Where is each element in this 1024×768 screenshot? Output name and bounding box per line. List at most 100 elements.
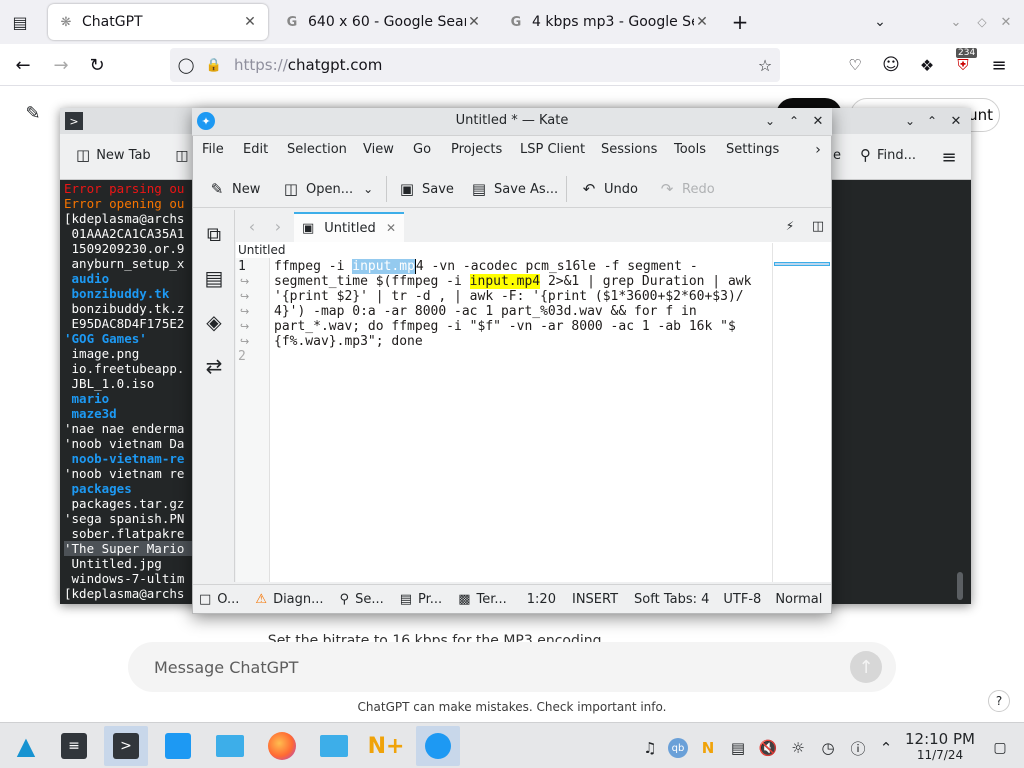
list-tabs-chevron-icon[interactable]: ⌄: [868, 10, 892, 34]
konsole-new-tab-button[interactable]: ◫ New Tab: [76, 146, 151, 164]
bookmark-star-icon[interactable]: ☆: [750, 56, 780, 75]
output-panel-button[interactable]: □ O...: [193, 592, 239, 607]
terminal-line: packages: [64, 481, 132, 496]
app-launcher-arch-icon[interactable]: ▲: [4, 726, 48, 766]
kate-minimize-icon[interactable]: ⌄: [760, 111, 780, 131]
folder-icon[interactable]: [312, 726, 356, 766]
diagnostics-panel-button[interactable]: ⚠ Diagn...: [249, 592, 323, 607]
tab-left-arrow-icon[interactable]: ‹: [244, 216, 260, 236]
search-panel-button[interactable]: ⚲ Se...: [334, 592, 384, 607]
send-arrow-icon[interactable]: ↑: [850, 651, 882, 683]
kate-close-icon[interactable]: ✕: [808, 111, 828, 131]
documents-panel-icon[interactable]: ⧉: [200, 220, 228, 248]
menu-go[interactable]: Go: [413, 136, 431, 164]
split-view-icon[interactable]: ◫: [810, 218, 826, 234]
symbols-panel-icon[interactable]: ⇄: [200, 352, 228, 380]
close-tab-icon[interactable]: ✕: [694, 14, 710, 30]
menu-tools[interactable]: Tools: [674, 136, 706, 164]
kate-maximize-icon[interactable]: ⌃: [784, 111, 804, 131]
browser-tab-google-mp3[interactable]: G 4 kbps mp3 - Google Search ✕: [498, 4, 720, 40]
close-tab-icon[interactable]: ✕: [242, 14, 258, 30]
menu-edit[interactable]: Edit: [243, 136, 268, 164]
network-icon[interactable]: ◷: [818, 738, 838, 758]
close-tab-icon[interactable]: ✕: [386, 221, 396, 235]
syntax-mode[interactable]: Normal: [775, 592, 822, 607]
menu-selection[interactable]: Selection: [287, 136, 347, 164]
save-button[interactable]: ▣ Save: [398, 176, 454, 202]
hamburger-menu-icon[interactable]: ≡: [986, 52, 1012, 78]
git-panel-icon[interactable]: ◈: [200, 308, 228, 336]
undo-button[interactable]: ↶ Undo: [580, 176, 638, 202]
close-tab-icon[interactable]: ✕: [466, 14, 482, 30]
kate-taskbar-icon[interactable]: [416, 726, 460, 766]
brightness-icon[interactable]: ☼: [788, 738, 808, 758]
konsole-find-button[interactable]: ⚲ Find...: [860, 146, 916, 164]
help-circle-icon[interactable]: ⓘ: [848, 738, 868, 758]
encoding-setting[interactable]: UTF-8: [723, 592, 761, 607]
quick-open-icon[interactable]: ⚡: [782, 218, 798, 234]
browser-tab-chatgpt[interactable]: ❋ ChatGPT ✕: [48, 4, 268, 40]
show-desktop-icon[interactable]: ▢: [990, 738, 1010, 758]
extensions-puzzle-icon[interactable]: ❖: [914, 52, 940, 78]
forward-arrow-icon[interactable]: →: [48, 52, 74, 78]
qbittorrent-icon[interactable]: qb: [668, 738, 688, 758]
projects-panel-button[interactable]: ▤ Pr...: [394, 592, 442, 607]
dolphin-files-icon[interactable]: [208, 726, 252, 766]
minimap-viewport[interactable]: [774, 262, 830, 266]
shield-icon[interactable]: ◯: [170, 56, 202, 74]
new-button[interactable]: ✎ New: [208, 176, 261, 202]
clock[interactable]: 12:10 PM 11/7/24: [898, 730, 982, 762]
chevron-down-icon[interactable]: ⌄: [363, 182, 373, 196]
menu-lsp-client[interactable]: LSP Client: [520, 136, 585, 164]
message-input[interactable]: Message ChatGPT: [128, 642, 896, 692]
konsole-menu-icon[interactable]: ≡: [938, 146, 960, 168]
close-window-icon[interactable]: ✕: [994, 10, 1018, 34]
save-as-button[interactable]: ▤ Save As...: [470, 176, 558, 202]
konsole-minimize-icon[interactable]: ⌄: [900, 111, 920, 131]
konsole-close-icon[interactable]: ✕: [946, 111, 966, 131]
menu-settings[interactable]: Settings: [726, 136, 779, 164]
redo-button[interactable]: ↷ Redo: [658, 176, 715, 202]
menu-sessions[interactable]: Sessions: [601, 136, 657, 164]
new-tab-plus-icon[interactable]: +: [728, 10, 752, 34]
projects-panel-icon[interactable]: ▤: [200, 264, 228, 292]
tab-right-arrow-icon[interactable]: ›: [270, 216, 286, 236]
clipboard-icon[interactable]: ▤: [728, 738, 748, 758]
notifications-bell-icon[interactable]: ♫: [640, 738, 660, 758]
document-tab-untitled[interactable]: ▣ Untitled ✕: [294, 212, 404, 242]
cursor-position[interactable]: 1:20: [527, 592, 556, 607]
account-icon[interactable]: ☺: [878, 52, 904, 78]
help-button[interactable]: ?: [988, 690, 1010, 712]
new-chat-pencil-icon[interactable]: ✎: [20, 100, 46, 126]
split-view-icon[interactable]: ◫: [172, 146, 192, 166]
url-bar[interactable]: ◯ 🔒 https://chatgpt.com ☆: [170, 48, 780, 82]
maximize-window-icon[interactable]: ◇: [970, 10, 994, 34]
discover-store-icon[interactable]: [156, 726, 200, 766]
firefox-icon[interactable]: [260, 726, 304, 766]
terminal-output[interactable]: Error parsing ou Error opening ou [kdeplas…: [64, 181, 194, 601]
menu-overflow-chevron-icon[interactable]: ›: [810, 140, 826, 160]
pocket-icon[interactable]: ♡: [842, 52, 868, 78]
open-button[interactable]: ◫ Open... ⌄: [282, 176, 373, 202]
volume-muted-icon[interactable]: 🔇: [758, 738, 778, 758]
terminal-scrollbar[interactable]: [957, 572, 963, 600]
back-arrow-icon[interactable]: ←: [10, 52, 36, 78]
terminal-panel-button[interactable]: ▩ Ter...: [452, 592, 507, 607]
browser-tab-google-640[interactable]: G 640 x 60 - Google Search ✕: [274, 4, 492, 40]
konsole-maximize-icon[interactable]: ⌃: [922, 111, 942, 131]
indentation-setting[interactable]: Soft Tabs: 4: [634, 592, 709, 607]
notes-app-icon[interactable]: N+: [364, 726, 408, 766]
system-settings-icon[interactable]: ≡: [52, 726, 96, 766]
code-editor-text[interactable]: ffmpeg -i input.mp4 -vn -acodec pcm_s16l…: [274, 259, 770, 349]
menu-file[interactable]: File: [202, 136, 224, 164]
tray-expand-chevron-icon[interactable]: ⌃: [876, 738, 896, 758]
input-mode[interactable]: INSERT: [572, 592, 618, 607]
menu-projects[interactable]: Projects: [451, 136, 502, 164]
new-tab-icon: ◫: [76, 146, 91, 164]
menu-view[interactable]: View: [363, 136, 394, 164]
minimize-window-icon[interactable]: ⌄: [944, 10, 968, 34]
tab-overview-icon[interactable]: ▤: [8, 10, 32, 34]
notes-tray-icon[interactable]: N: [698, 738, 718, 758]
konsole-taskbar-icon[interactable]: >: [104, 726, 148, 766]
reload-icon[interactable]: ↻: [84, 52, 110, 78]
